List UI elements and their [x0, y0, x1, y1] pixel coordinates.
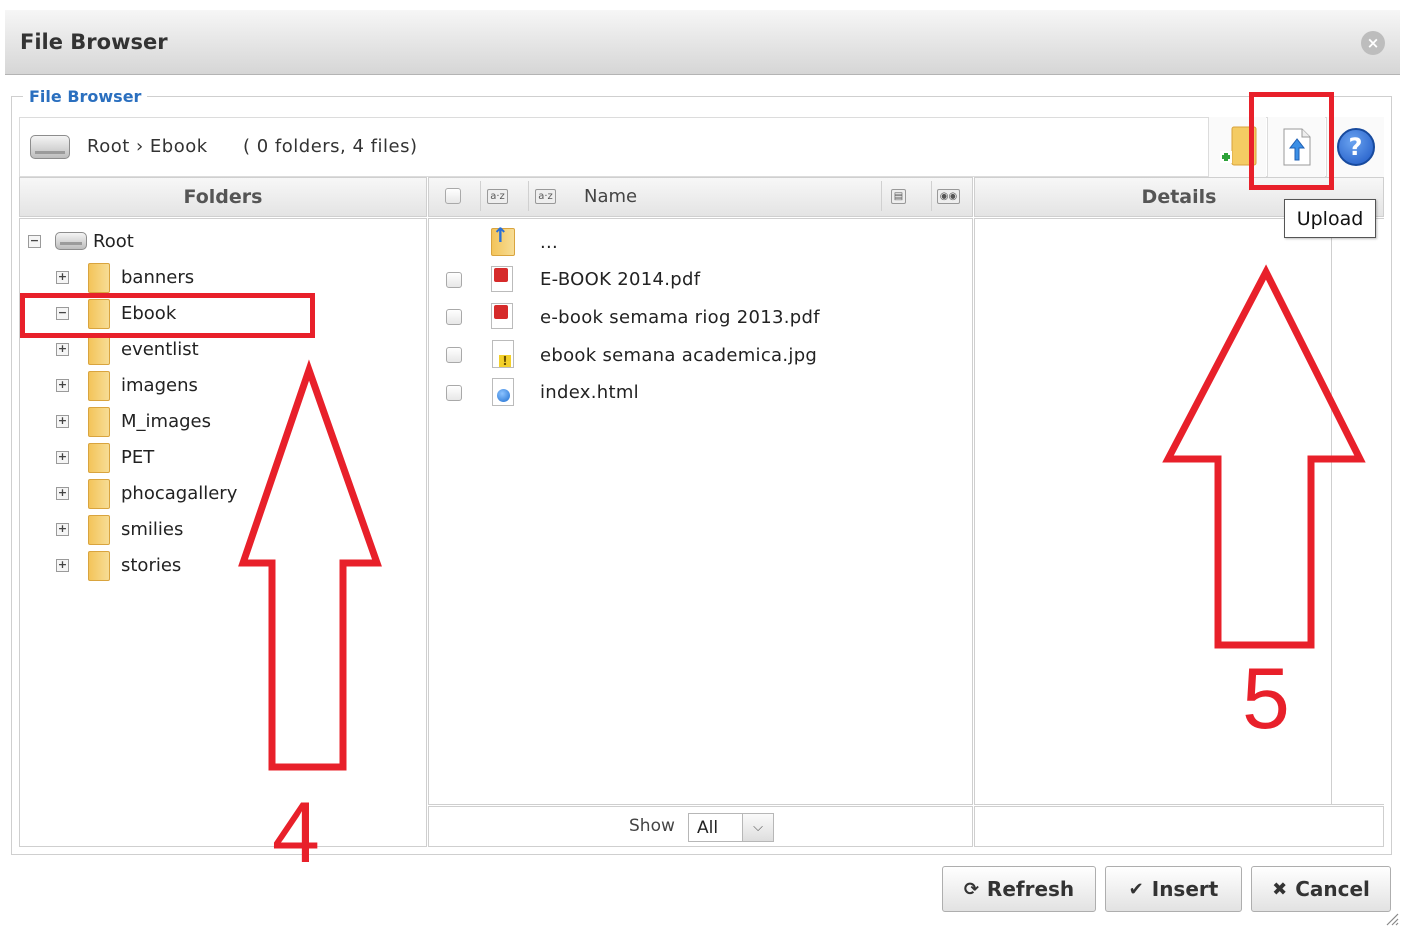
parent-folder-icon [491, 223, 515, 256]
breadcrumb[interactable]: Root › Ebook [87, 136, 208, 157]
file-checkbox[interactable] [446, 347, 462, 363]
expand-icon[interactable]: + [56, 487, 69, 500]
expand-icon[interactable]: + [56, 271, 69, 284]
folder-icon [88, 263, 110, 293]
show-filter-select[interactable]: All ⌵ [688, 813, 774, 842]
folder-icon [88, 407, 110, 437]
sort-desc-icon[interactable]: a·z [528, 181, 562, 211]
pdf-file-icon [491, 266, 513, 292]
drive-icon [30, 135, 70, 159]
tree-item-pet[interactable]: PET [121, 447, 154, 468]
path-bar: Root › Ebook ( 0 folders, 4 files) [19, 117, 1384, 177]
parent-folder-link[interactable]: ... [540, 232, 558, 253]
show-filter-value: All [697, 818, 719, 838]
image-file-icon [492, 340, 514, 368]
file-item[interactable]: ebook semana academica.jpg [540, 345, 817, 366]
file-item[interactable]: E-BOOK 2014.pdf [540, 269, 700, 290]
drive-icon [55, 232, 87, 250]
tree-item-phocagallery[interactable]: phocagallery [121, 483, 237, 504]
insert-button[interactable]: ✔ Insert [1105, 866, 1242, 912]
expand-icon[interactable]: + [56, 559, 69, 572]
folder-icon [88, 443, 110, 473]
tree-item-banners[interactable]: banners [121, 267, 194, 288]
file-item[interactable]: index.html [540, 382, 639, 403]
select-all-checkbox[interactable] [445, 188, 461, 204]
cancel-button[interactable]: ✖ Cancel [1251, 866, 1391, 912]
html-file-icon [492, 378, 514, 406]
help-button[interactable]: ? [1326, 117, 1384, 177]
resize-grip-icon[interactable] [1383, 910, 1399, 926]
expand-icon[interactable]: + [56, 523, 69, 536]
tree-root[interactable]: Root [93, 231, 134, 252]
dialog-titlebar: File Browser × [5, 10, 1400, 75]
check-icon: ✔ [1128, 878, 1144, 900]
dialog-title: File Browser [20, 30, 168, 54]
view-list-icon[interactable]: ▤ [881, 181, 915, 211]
file-checkbox[interactable] [446, 385, 462, 401]
annotation-highlight-ebook [20, 293, 315, 338]
pdf-file-icon [491, 303, 513, 329]
file-checkbox[interactable] [446, 309, 462, 325]
close-icon[interactable]: × [1361, 31, 1385, 55]
expand-icon[interactable]: + [56, 451, 69, 464]
folder-icon [88, 479, 110, 509]
chevron-down-icon[interactable]: ⌵ [742, 814, 773, 841]
file-checkbox[interactable] [446, 272, 462, 288]
folder-icon [88, 551, 110, 581]
folder-icon [88, 515, 110, 545]
tree-item-m-images[interactable]: M_images [121, 411, 211, 432]
file-item[interactable]: e-book semama riog 2013.pdf [540, 307, 820, 328]
name-column-label[interactable]: Name [584, 186, 637, 207]
show-filter-label: Show [629, 816, 675, 836]
expand-icon[interactable]: + [56, 343, 69, 356]
refresh-icon: ⟳ [963, 878, 979, 900]
upload-tooltip: Upload [1284, 199, 1376, 238]
refresh-button[interactable]: ⟳ Refresh [942, 866, 1096, 912]
tree-item-stories[interactable]: stories [121, 555, 181, 576]
refresh-label: Refresh [986, 877, 1075, 901]
expand-icon[interactable]: + [56, 415, 69, 428]
fieldset-legend: File Browser [23, 87, 148, 106]
annotation-step-5: 5 [1242, 651, 1290, 747]
tree-item-smilies[interactable]: smilies [121, 519, 183, 540]
annotation-highlight-upload [1249, 92, 1334, 190]
expand-icon[interactable]: + [56, 379, 69, 392]
details-footer [974, 806, 1384, 847]
details-scroll-area [1331, 218, 1384, 805]
tree-item-imagens[interactable]: imagens [121, 375, 198, 396]
folder-file-count: ( 0 folders, 4 files) [243, 136, 418, 157]
folders-column-header: Folders [19, 177, 427, 217]
cancel-label: Cancel [1295, 877, 1370, 901]
sort-asc-icon[interactable]: a·z [480, 181, 514, 211]
annotation-step-4: 4 [272, 785, 320, 881]
folder-icon [88, 371, 110, 401]
folder-icon [88, 335, 110, 365]
details-panel [974, 218, 1384, 805]
tree-item-eventlist[interactable]: eventlist [121, 339, 199, 360]
help-icon: ? [1336, 128, 1375, 166]
cancel-icon: ✖ [1272, 878, 1288, 900]
insert-label: Insert [1151, 877, 1219, 901]
collapse-icon[interactable]: − [28, 235, 41, 248]
search-binoculars-icon[interactable]: ◉◉ [931, 181, 965, 211]
